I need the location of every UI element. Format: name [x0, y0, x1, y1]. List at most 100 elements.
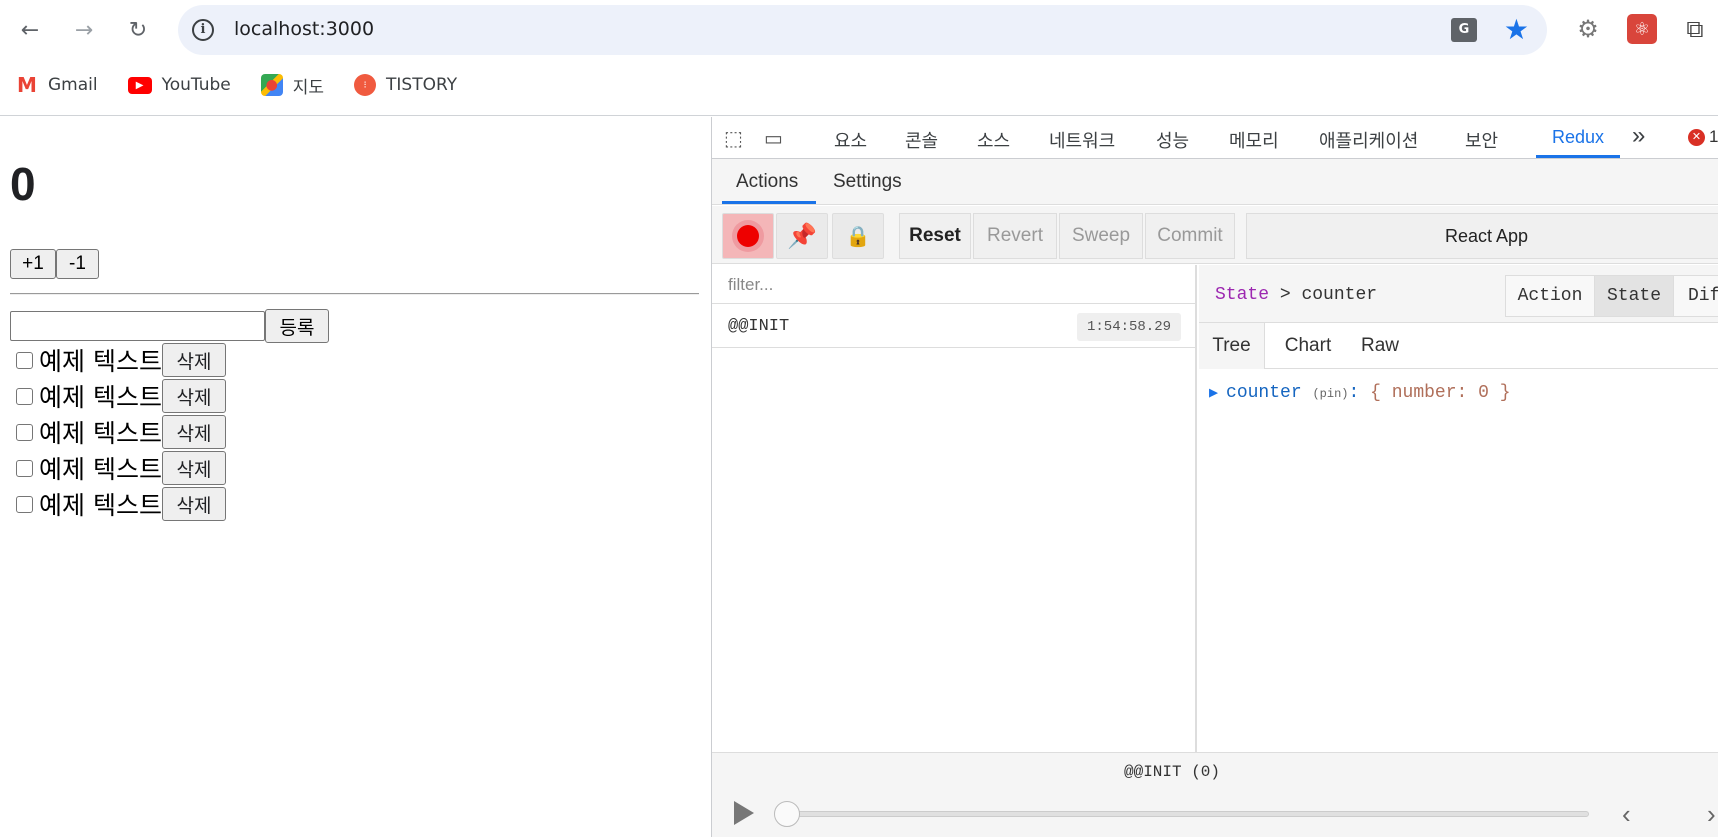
- revert-button[interactable]: Revert: [973, 213, 1057, 259]
- reset-button[interactable]: Reset: [899, 213, 971, 259]
- tab-network[interactable]: 네트워크: [1049, 127, 1115, 153]
- tab-console[interactable]: 콘솔: [905, 127, 938, 153]
- view-tab-chart[interactable]: Chart: [1269, 323, 1347, 369]
- youtube-icon: ▶: [127, 76, 152, 94]
- next-step-icon[interactable]: ›: [1707, 799, 1716, 830]
- todo-text: 예제 텍스트: [39, 383, 162, 412]
- reload-icon[interactable]: ↻: [120, 12, 156, 48]
- react-devtools-extension-icon[interactable]: ⚛: [1627, 14, 1657, 44]
- pin-icon: 📌: [787, 222, 817, 250]
- redux-subtabs: Actions Settings: [712, 159, 1718, 205]
- site-info-icon[interactable]: i: [192, 19, 214, 41]
- state-header: State > counter Action State Dif: [1199, 265, 1718, 323]
- delete-button[interactable]: 삭제: [161, 451, 226, 485]
- view-tab-raw[interactable]: Raw: [1347, 323, 1413, 369]
- bookmark-tistory[interactable]: ⁝ TISTORY: [354, 74, 457, 96]
- view-tab-tree[interactable]: Tree: [1199, 323, 1265, 369]
- todo-checkbox[interactable]: [16, 387, 33, 405]
- todo-checkbox[interactable]: [16, 423, 33, 441]
- redux-toolbar: 📌 🔒 Reset Revert Sweep Commit React App: [712, 206, 1718, 264]
- record-button[interactable]: [722, 213, 774, 259]
- panel-tab-action[interactable]: Action: [1505, 275, 1595, 317]
- bookmark-label: Gmail: [48, 75, 98, 95]
- play-icon[interactable]: [734, 801, 754, 825]
- slider-label: @@INIT (0): [1123, 763, 1220, 781]
- inspect-element-icon[interactable]: ⬚: [724, 126, 743, 151]
- active-subtab-indicator: [722, 201, 816, 204]
- todo-checkbox[interactable]: [16, 351, 33, 369]
- state-inspector: State > counter Action State Dif Tree Ch…: [1199, 265, 1718, 752]
- tab-elements[interactable]: 요소: [834, 127, 867, 153]
- tab-sources[interactable]: 소스: [977, 127, 1010, 153]
- action-row[interactable]: @@INIT 1:54:58.29: [712, 305, 1195, 348]
- tree-pin-link[interactable]: (pin): [1312, 387, 1348, 401]
- error-count[interactable]: 1: [1709, 127, 1718, 147]
- todo-text: 예제 텍스트: [39, 419, 162, 448]
- more-tabs-icon[interactable]: »: [1632, 122, 1645, 150]
- slider-thumb[interactable]: [774, 801, 800, 827]
- bookmark-label: YouTube: [161, 75, 231, 95]
- device-toolbar-icon[interactable]: ▭: [764, 126, 783, 151]
- breadcrumb-separator: >: [1279, 285, 1291, 305]
- extensions-puzzle-icon[interactable]: ⧉: [1680, 14, 1710, 44]
- todo-checkbox[interactable]: [16, 495, 33, 513]
- lock-button[interactable]: 🔒: [832, 213, 884, 259]
- url-text[interactable]: localhost:3000: [234, 18, 374, 40]
- tab-performance[interactable]: 성능: [1156, 127, 1189, 153]
- tab-memory[interactable]: 메모리: [1229, 127, 1279, 153]
- expand-arrow-icon[interactable]: ▶: [1209, 385, 1218, 402]
- devtools-tabbar: ⬚ ▭ 요소 콘솔 소스 네트워크 성능 메모리 애플리케이션 보안 Redux…: [712, 117, 1718, 159]
- app-viewport: 0 +1 -1 등록 예제 텍스트 삭제 예제 텍스트 삭제 예제 텍스트 삭제…: [0, 117, 711, 837]
- extension-gear-icon[interactable]: ⚙: [1573, 14, 1603, 44]
- bookmark-label: TISTORY: [386, 75, 458, 95]
- submit-button[interactable]: 등록: [265, 309, 329, 343]
- increment-button[interactable]: +1: [10, 249, 56, 279]
- delete-button[interactable]: 삭제: [161, 487, 226, 521]
- todo-input[interactable]: [10, 311, 265, 341]
- todo-item: 예제 텍스트 삭제: [16, 451, 226, 485]
- translate-icon[interactable]: G: [1451, 18, 1477, 42]
- address-bar[interactable]: i localhost:3000 G ★: [178, 5, 1547, 55]
- tab-application[interactable]: 애플리케이션: [1319, 127, 1418, 153]
- todo-item: 예제 텍스트 삭제: [16, 415, 226, 449]
- todo-item: 예제 텍스트 삭제: [16, 343, 226, 377]
- todo-checkbox[interactable]: [16, 459, 33, 477]
- breadcrumb-root[interactable]: State: [1215, 285, 1269, 305]
- lock-icon: 🔒: [845, 225, 871, 248]
- instance-selector[interactable]: React App: [1246, 213, 1718, 259]
- tree-value: { number: 0 }: [1370, 383, 1511, 403]
- state-tree-node[interactable]: ▶ counter (pin): { number: 0 }: [1209, 383, 1511, 403]
- bookmark-maps[interactable]: ● 지도: [260, 73, 324, 98]
- slider-track[interactable]: [784, 811, 1589, 817]
- counter-value: 0: [10, 158, 36, 210]
- tree-colon: :: [1348, 383, 1360, 403]
- todo-item: 예제 텍스트 삭제: [16, 487, 226, 521]
- bookmark-youtube[interactable]: ▶ YouTube: [127, 75, 231, 95]
- panel-tab-state[interactable]: State: [1594, 275, 1674, 317]
- todo-text: 예제 텍스트: [39, 455, 162, 484]
- subtab-settings[interactable]: Settings: [833, 171, 902, 193]
- forward-arrow-icon[interactable]: →: [66, 12, 102, 48]
- back-arrow-icon[interactable]: ←: [12, 12, 48, 48]
- bookmark-star-icon[interactable]: ★: [1504, 13, 1529, 46]
- panel-tab-diff[interactable]: Dif: [1673, 275, 1718, 317]
- view-tabs: Tree Chart Raw: [1199, 323, 1718, 369]
- action-timestamp: 1:54:58.29: [1076, 313, 1181, 341]
- bookmark-gmail[interactable]: M Gmail: [16, 73, 98, 97]
- previous-step-icon[interactable]: ‹: [1622, 799, 1631, 830]
- delete-button[interactable]: 삭제: [161, 379, 226, 413]
- decrement-button[interactable]: -1: [56, 249, 99, 279]
- tab-redux[interactable]: Redux: [1552, 127, 1604, 148]
- delete-button[interactable]: 삭제: [161, 343, 226, 377]
- pin-button[interactable]: 📌: [776, 213, 828, 259]
- tab-security[interactable]: 보안: [1465, 127, 1498, 153]
- delete-button[interactable]: 삭제: [161, 415, 226, 449]
- breadcrumb: State > counter: [1215, 285, 1377, 305]
- subtab-actions[interactable]: Actions: [736, 171, 798, 193]
- tistory-icon: ⁝: [354, 74, 377, 96]
- sweep-button[interactable]: Sweep: [1059, 213, 1143, 259]
- commit-button[interactable]: Commit: [1145, 213, 1235, 259]
- filter-input[interactable]: filter...: [712, 265, 1195, 304]
- action-type: @@INIT: [728, 317, 790, 336]
- error-icon[interactable]: ✕: [1688, 129, 1705, 146]
